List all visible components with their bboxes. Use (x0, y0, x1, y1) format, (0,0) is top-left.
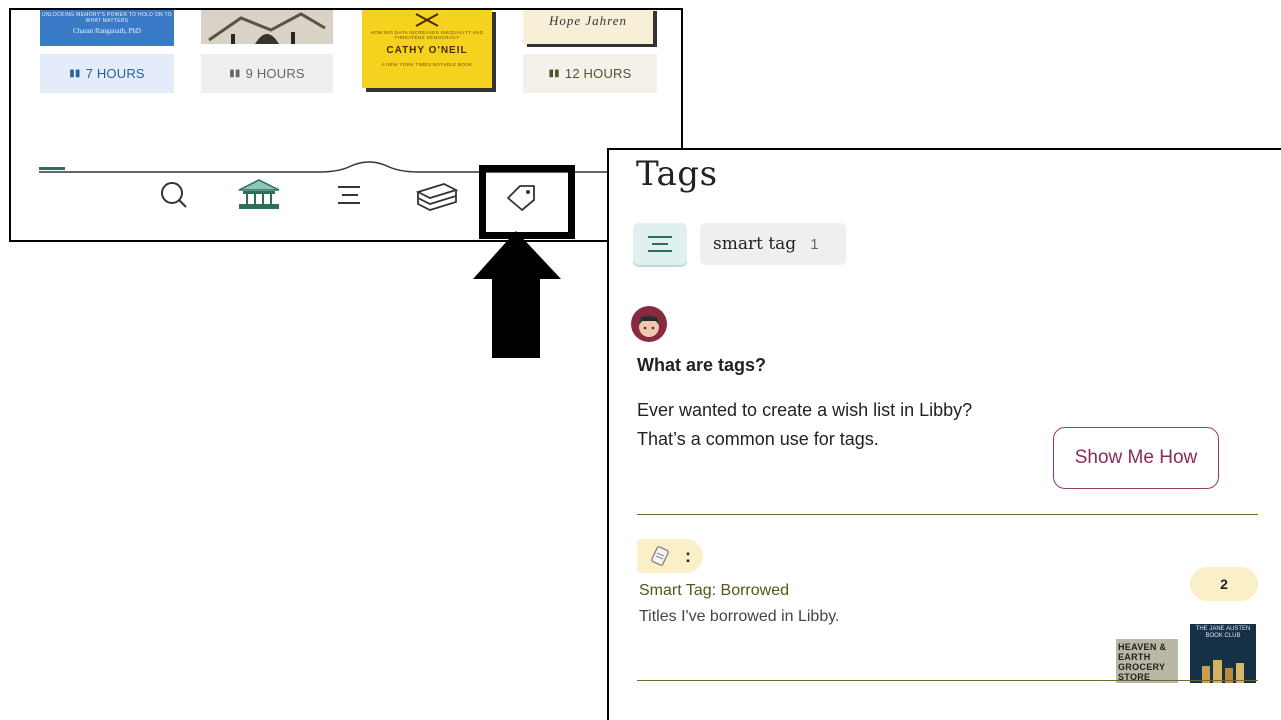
shelf-icon[interactable] (414, 180, 460, 212)
smart-tag-icon (651, 546, 669, 566)
thumb-1-title: HEAVEN & EARTH GROCERY STORE (1118, 642, 1167, 682)
tag-count-badge: 2 (1190, 567, 1258, 601)
nav-bar-top-edge (39, 161, 681, 173)
tag-name-link[interactable]: Smart Tag: Borrowed (639, 582, 789, 600)
headphones-icon: ▮▮ (548, 68, 560, 79)
cover-1-author: Charan Ranganath, PhD (73, 27, 141, 35)
tag-title-thumb-1[interactable]: HEAVEN & EARTH GROCERY STORE (1116, 639, 1178, 683)
headphones-icon: ▮▮ (69, 68, 81, 79)
cover-3-author: CATHY O'NEIL (386, 45, 468, 56)
hours-badge-4[interactable]: ▮▮ 12 HOURS (523, 54, 657, 93)
libby-avatar-icon (631, 306, 667, 342)
tag-title-thumb-2[interactable]: THE JANE AUSTEN BOOK CLUB (1190, 624, 1256, 683)
book-cover-2[interactable] (201, 10, 333, 44)
tags-intro-heading: What are tags? (637, 355, 767, 375)
tags-intro-line-1: Ever wanted to create a wish list in Lib… (637, 400, 973, 420)
show-me-how-button[interactable]: Show Me How (1053, 427, 1219, 489)
hours-label-4: 12 HOURS (564, 66, 632, 81)
page-title: Tags (636, 154, 718, 194)
hours-label-2: 9 HOURS (245, 66, 305, 81)
filter-lines-icon (648, 236, 672, 252)
hours-badge-1[interactable]: ▮▮ 7 HOURS (40, 54, 174, 93)
top-screenshot-panel: UNLOCKING MEMORY'S POWER TO HOLD ON TO W… (9, 8, 683, 242)
menu-icon[interactable] (334, 180, 364, 210)
cover-3-subtitle: HOW BIG DATA INCREASES INEQUALITY AND TH… (370, 30, 484, 40)
hours-label-1: 7 HOURS (85, 66, 145, 81)
search-icon[interactable] (159, 180, 189, 210)
tag-menu-icon: : (685, 545, 691, 566)
thumb-2-title: THE JANE AUSTEN BOOK CLUB (1195, 626, 1251, 639)
book-cover-3[interactable]: HOW BIG DATA INCREASES INEQUALITY AND TH… (362, 10, 492, 88)
cover-3-footer: A NEW YORK TIMES NOTABLE BOOK (381, 62, 473, 67)
filter-button[interactable] (633, 223, 687, 265)
book-cover-1[interactable]: UNLOCKING MEMORY'S POWER TO HOLD ON TO W… (40, 10, 174, 46)
smart-tag-filter-chip[interactable]: smart tag 1 (700, 223, 846, 265)
cover-2-illustration (201, 10, 333, 44)
chip-count: 1 (810, 235, 819, 253)
tags-intro-line-2: That’s a common use for tags. (637, 429, 879, 449)
book-cover-4[interactable]: Hope Jahren (523, 10, 653, 44)
hours-badge-2[interactable]: ▮▮ 9 HOURS (201, 54, 333, 93)
divider (637, 514, 1258, 515)
cover-3-arrows (415, 13, 439, 27)
divider (637, 680, 1258, 681)
tag-description: Titles I've borrowed in Libby. (639, 608, 840, 625)
tag-actions-pill[interactable]: : (637, 539, 703, 573)
cover-1-subtitle: UNLOCKING MEMORY'S POWER TO HOLD ON TO W… (42, 12, 172, 24)
tags-screen-panel: Tags smart tag 1 What are tags? Ever wan… (607, 148, 1281, 720)
pointer-arrow-icon (473, 231, 561, 358)
library-icon[interactable] (235, 176, 283, 212)
tag-icon-highlight-box (479, 165, 575, 239)
cover-4-author: Hope Jahren (548, 13, 628, 28)
headphones-icon: ▮▮ (229, 68, 241, 79)
chip-label: smart tag (713, 234, 797, 254)
